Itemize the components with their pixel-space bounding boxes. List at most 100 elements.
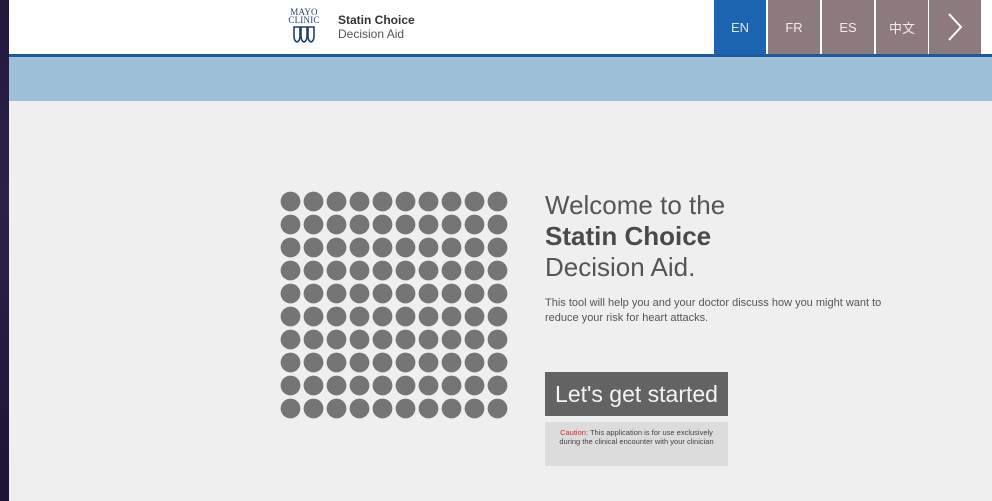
person-dot-icon (487, 306, 508, 327)
person-dot-icon (326, 329, 347, 350)
logo-wordmark: MAYO CLINIC (288, 7, 320, 25)
person-dot-icon (395, 398, 416, 419)
person-dot-icon (372, 191, 393, 212)
person-dot-icon (418, 191, 439, 212)
person-dot-icon (349, 352, 370, 373)
person-dot-icon (487, 398, 508, 419)
person-dot-icon (464, 375, 485, 396)
person-dot-icon (487, 329, 508, 350)
person-dot-icon (418, 283, 439, 304)
person-dot-icon (372, 214, 393, 235)
person-dot-icon (326, 375, 347, 396)
language-fr-button[interactable]: FR (768, 0, 820, 54)
person-dot-icon (487, 214, 508, 235)
welcome-line-2: Statin Choice (545, 221, 712, 251)
person-dot-icon (418, 260, 439, 281)
person-dot-icon (418, 237, 439, 258)
person-dot-icon (303, 260, 324, 281)
person-dot-icon (487, 191, 508, 212)
person-dot-icon (349, 214, 370, 235)
chevron-right-icon (948, 13, 963, 41)
person-dot-icon (372, 329, 393, 350)
person-dot-icon (326, 260, 347, 281)
person-dot-icon (326, 283, 347, 304)
next-button[interactable] (929, 0, 981, 54)
person-dot-icon (280, 398, 301, 419)
person-dot-icon (303, 306, 324, 327)
shield-icon (293, 26, 315, 43)
person-dot-icon (418, 329, 439, 350)
welcome-line-1: Welcome to the (545, 190, 726, 220)
person-dot-icon (464, 237, 485, 258)
app-subtitle: Decision Aid (338, 27, 405, 41)
person-dot-grid (279, 190, 509, 420)
person-dot-icon (349, 283, 370, 304)
person-dot-icon (326, 352, 347, 373)
person-dot-icon (280, 260, 301, 281)
get-started-button[interactable]: Let's get started (545, 372, 728, 416)
person-dot-icon (441, 398, 462, 419)
person-dot-icon (349, 237, 370, 258)
person-dot-icon (441, 283, 462, 304)
person-dot-icon (326, 214, 347, 235)
person-dot-icon (280, 306, 301, 327)
person-dot-icon (303, 375, 324, 396)
person-dot-icon (464, 191, 485, 212)
person-dot-icon (303, 237, 324, 258)
person-dot-icon (441, 329, 462, 350)
person-dot-icon (395, 352, 416, 373)
person-dot-icon (441, 375, 462, 396)
person-dot-icon (303, 352, 324, 373)
app-title: Statin Choice (338, 13, 415, 27)
person-dot-icon (349, 260, 370, 281)
person-dot-icon (418, 214, 439, 235)
language-zh-button[interactable]: 中文 (876, 0, 928, 54)
person-dot-icon (395, 329, 416, 350)
person-dot-icon (372, 283, 393, 304)
person-dot-icon (395, 375, 416, 396)
caution-notice: Caution: This application is for use exc… (545, 422, 728, 466)
person-dot-icon (326, 306, 347, 327)
person-dot-icon (372, 375, 393, 396)
person-dot-icon (441, 260, 462, 281)
header-accent-bar (9, 57, 992, 101)
person-dot-icon (303, 191, 324, 212)
language-en-button[interactable]: EN (714, 0, 766, 54)
person-dot-icon (464, 260, 485, 281)
person-dot-icon (487, 237, 508, 258)
person-dot-icon (349, 375, 370, 396)
person-dot-icon (349, 329, 370, 350)
person-dot-icon (280, 352, 301, 373)
language-es-button[interactable]: ES (822, 0, 874, 54)
person-dot-icon (464, 283, 485, 304)
person-dot-icon (441, 237, 462, 258)
person-dot-icon (326, 191, 347, 212)
app-window: MAYO CLINIC Statin Choice Decision Aid E… (9, 0, 992, 501)
person-dot-icon (395, 214, 416, 235)
person-dot-icon (441, 352, 462, 373)
person-dot-icon (487, 352, 508, 373)
person-dot-icon (418, 352, 439, 373)
person-dot-icon (418, 306, 439, 327)
person-dot-icon (395, 306, 416, 327)
person-dot-icon (441, 214, 462, 235)
person-dot-icon (395, 260, 416, 281)
top-header: MAYO CLINIC Statin Choice Decision Aid E… (9, 0, 992, 57)
person-dot-icon (372, 352, 393, 373)
person-dot-icon (487, 375, 508, 396)
person-dot-icon (326, 237, 347, 258)
person-dot-icon (464, 214, 485, 235)
tool-description: This tool will help you and your doctor … (545, 297, 882, 324)
person-dot-icon (464, 352, 485, 373)
person-dot-icon (372, 306, 393, 327)
person-dot-icon (441, 191, 462, 212)
person-dot-icon (487, 260, 508, 281)
person-dot-icon (372, 398, 393, 419)
person-dot-icon (280, 375, 301, 396)
caution-label: Caution: (560, 428, 588, 437)
person-dot-icon (303, 398, 324, 419)
person-dot-icon (280, 329, 301, 350)
person-dot-icon (349, 398, 370, 419)
person-dot-icon (372, 260, 393, 281)
person-dot-icon (395, 237, 416, 258)
